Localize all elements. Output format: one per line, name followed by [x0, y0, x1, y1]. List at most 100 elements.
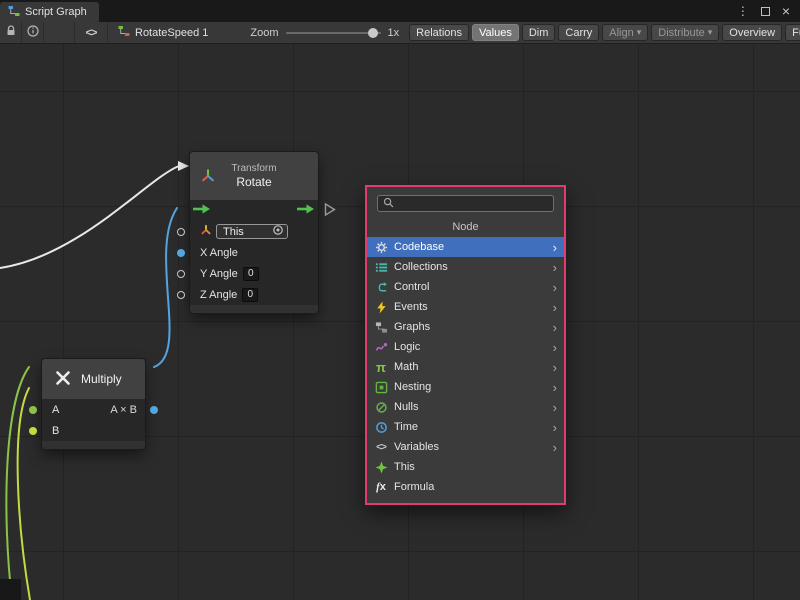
chevron-right-icon: ›: [553, 381, 557, 394]
finder-item-label: Math: [394, 361, 418, 373]
z-angle-port[interactable]: [177, 291, 185, 299]
finder-header: Node: [367, 216, 564, 237]
control-flow-icon: [374, 281, 388, 294]
graph-asset-icon: [118, 25, 130, 40]
chevron-right-icon: ›: [553, 441, 557, 454]
clock-icon: [374, 421, 388, 434]
transform-node-header[interactable]: Transform Rotate: [190, 152, 318, 200]
finder-item-label: Codebase: [394, 241, 444, 253]
logic-icon: [374, 341, 388, 354]
z-angle-label: Z Angle: [200, 289, 237, 301]
wire-multiply-to-xangle[interactable]: [154, 208, 177, 367]
graph-breadcrumb[interactable]: RotateSpeed 1: [108, 25, 218, 40]
finder-item-nulls[interactable]: Nulls ›: [367, 397, 564, 417]
variables-icon: <>: [374, 442, 388, 453]
finder-item-codebase[interactable]: Codebase ›: [367, 237, 564, 257]
nesting-icon: [374, 381, 388, 394]
tab-label: Script Graph: [25, 6, 87, 18]
this-object-field[interactable]: This: [216, 224, 288, 239]
node-title-label: Rotate: [236, 175, 271, 189]
finder-item-logic[interactable]: Logic ›: [367, 337, 564, 357]
unity-script-graph-window: Script Graph ⋮ × <> RotateSpeed 1: [0, 0, 800, 600]
this-field-label: This: [223, 226, 244, 238]
wire-flow-input[interactable]: [0, 166, 179, 268]
lock-button[interactable]: [0, 22, 22, 44]
menu-icon[interactable]: ⋮: [737, 5, 749, 17]
y-angle-port[interactable]: [177, 270, 185, 278]
dim-label: Dim: [529, 27, 549, 39]
chevron-right-icon: ›: [553, 401, 557, 414]
finder-item-math[interactable]: π Math ›: [367, 357, 564, 377]
finder-item-label: Time: [394, 421, 418, 433]
carry-button[interactable]: Carry: [558, 24, 599, 41]
collections-list-icon: [374, 261, 388, 274]
y-angle-row: Y Angle 0: [190, 263, 318, 284]
chevron-right-icon: ›: [553, 321, 557, 334]
maximize-icon[interactable]: [761, 7, 770, 16]
finder-item-nesting[interactable]: Nesting ›: [367, 377, 564, 397]
finder-item-graphs[interactable]: Graphs ›: [367, 317, 564, 337]
multiply-output-port[interactable]: [150, 406, 158, 414]
formula-fx-icon: fx: [374, 481, 388, 493]
this-input-port[interactable]: [177, 228, 185, 236]
transform-axis-icon: [200, 168, 216, 186]
chevron-right-icon: ›: [553, 281, 557, 294]
flow-output-arrow-icon[interactable]: [297, 203, 315, 218]
script-graph-icon: [8, 5, 20, 20]
chevron-down-icon: ▾: [637, 27, 642, 38]
zoom-value: 1x: [388, 27, 400, 39]
multiply-b-port[interactable]: [29, 427, 37, 435]
multiply-node-header[interactable]: Multiply: [42, 359, 145, 399]
z-angle-value-field[interactable]: 0: [242, 288, 258, 302]
transform-rotate-node[interactable]: Transform Rotate Thi: [190, 152, 318, 313]
dim-button[interactable]: Dim: [522, 24, 556, 41]
flow-input-arrow-icon[interactable]: [193, 203, 211, 218]
finder-item-label: Graphs: [394, 321, 430, 333]
finder-list: Codebase › Collections › Control ›: [367, 237, 564, 497]
multiply-a-label: A: [52, 404, 59, 416]
finder-item-control[interactable]: Control ›: [367, 277, 564, 297]
zoom-slider-knob[interactable]: [368, 28, 378, 38]
overview-button[interactable]: Overview: [722, 24, 782, 41]
x-angle-row: X Angle: [190, 242, 318, 263]
finder-item-time[interactable]: Time ›: [367, 417, 564, 437]
finder-item-collections[interactable]: Collections ›: [367, 257, 564, 277]
flow-port-row: [190, 200, 318, 221]
finder-item-this[interactable]: This: [367, 457, 564, 477]
multiply-node[interactable]: Multiply A A × B B: [42, 359, 145, 449]
tab-script-graph[interactable]: Script Graph: [0, 2, 99, 22]
close-icon[interactable]: ×: [782, 4, 790, 18]
align-label: Align: [609, 27, 633, 39]
values-button[interactable]: Values: [472, 24, 519, 41]
wire-to-multiply-b[interactable]: [18, 388, 30, 600]
this-star-icon: [374, 461, 388, 474]
fullscreen-button[interactable]: Full Screen: [785, 24, 800, 41]
finder-item-variables[interactable]: <> Variables ›: [367, 437, 564, 457]
finder-item-formula[interactable]: fx Formula: [367, 477, 564, 497]
x-angle-port[interactable]: [177, 249, 185, 257]
info-icon: [27, 25, 39, 40]
fullscreen-label: Full Screen: [792, 27, 800, 39]
finder-search-input[interactable]: [398, 198, 548, 210]
finder-item-label: Nesting: [394, 381, 431, 393]
zoom-slider[interactable]: [286, 32, 381, 34]
this-port-row: This: [190, 221, 318, 242]
y-angle-label: Y Angle: [200, 268, 238, 280]
code-view-button[interactable]: <>: [74, 22, 108, 44]
wire-to-multiply-a[interactable]: [6, 367, 29, 600]
gameobject-axis-icon: [200, 224, 212, 239]
finder-item-events[interactable]: Events ›: [367, 297, 564, 317]
multiply-a-port[interactable]: [29, 406, 37, 414]
relations-label: Relations: [416, 27, 462, 39]
object-picker-icon[interactable]: [272, 224, 284, 239]
relations-button[interactable]: Relations: [409, 24, 469, 41]
flow-continue-triangle-icon: [324, 202, 336, 219]
distribute-button[interactable]: Distribute ▾: [651, 24, 719, 41]
inspect-button[interactable]: [22, 22, 44, 44]
align-button[interactable]: Align ▾: [602, 24, 648, 41]
tab-bar: Script Graph ⋮ ×: [0, 0, 800, 22]
y-angle-value-field[interactable]: 0: [243, 267, 259, 281]
pi-icon: π: [374, 360, 388, 375]
graph-canvas[interactable]: Transform Rotate Thi: [0, 44, 800, 600]
finder-search-box[interactable]: [377, 195, 554, 212]
